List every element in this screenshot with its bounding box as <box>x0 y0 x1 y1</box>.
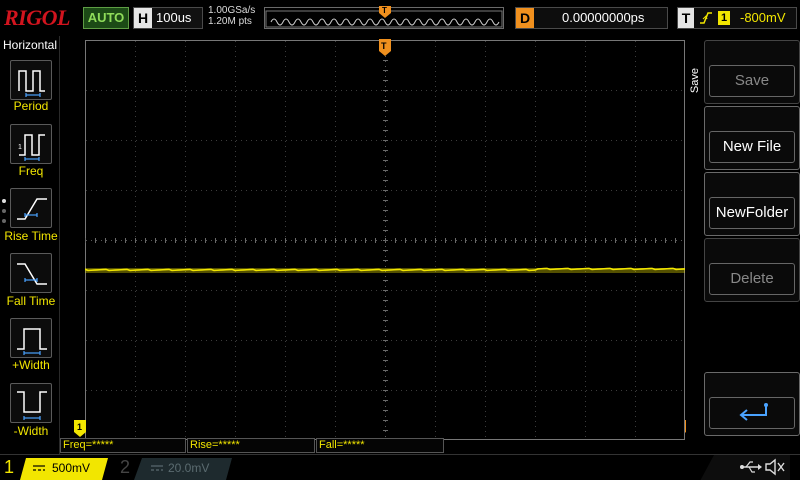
channel-status-bar: 1 500mV 2 20.0mV <box>0 454 800 480</box>
freq-button[interactable]: 1 <box>10 124 52 164</box>
ch1-ground-label: 1 <box>77 422 82 432</box>
new-folder-button[interactable]: NewFolder <box>704 172 800 236</box>
usb-icon <box>740 461 762 473</box>
speaker-mute-icon[interactable] <box>764 458 786 476</box>
channel-2-number: 2 <box>120 457 131 477</box>
memory-overview[interactable]: T <box>264 6 504 29</box>
new-folder-button-label: NewFolder <box>709 197 795 229</box>
trigger-position-marker-top[interactable]: T <box>379 39 391 57</box>
trigger-position-marker-label: T <box>381 41 387 51</box>
rise-time-button[interactable] <box>10 188 52 228</box>
measurement-rise[interactable]: Rise=***** <box>187 438 315 453</box>
delay-label: D <box>516 8 534 28</box>
trigger-source: 1 <box>718 11 730 25</box>
auto-button[interactable]: AUTO <box>83 7 129 29</box>
sample-rate: 1.00GSa/s <box>208 5 256 16</box>
return-icon <box>739 403 768 421</box>
positive-width-label: +Width <box>12 358 50 372</box>
freq-label: Freq <box>18 164 44 178</box>
menu-tab-label: Save <box>689 68 701 94</box>
return-button-face <box>709 397 795 429</box>
trigger-label: T <box>678 8 694 28</box>
positive-width-button[interactable] <box>10 318 52 358</box>
period-label: Period <box>13 99 49 113</box>
waveform-display[interactable] <box>85 40 685 440</box>
new-file-button[interactable]: New File <box>704 106 800 170</box>
rising-edge-icon <box>700 12 712 24</box>
page-indicator-dot <box>2 209 6 213</box>
period-button[interactable] <box>10 60 52 100</box>
panel-title: Horizontal <box>2 38 58 52</box>
svg-text:1: 1 <box>18 144 22 151</box>
horizontal-measure-panel: Horizontal Period 1 Freq Rise Time Fall … <box>0 36 60 454</box>
top-status-bar: RIGOL AUTO H 100us 1.00GSa/s 1.20M pts T… <box>0 0 800 36</box>
channel-1-number: 1 <box>4 457 15 477</box>
page-indicator-dot <box>2 199 6 203</box>
rise-time-label: Rise Time <box>4 229 58 243</box>
measurement-results-bar: Freq=***** Rise=***** Fall=***** <box>60 438 686 454</box>
acquisition-info: 1.00GSa/s 1.20M pts <box>208 5 255 27</box>
delete-button[interactable]: Delete <box>704 238 800 302</box>
channel-1-scale: 500mV <box>52 461 91 475</box>
negative-width-icon <box>17 391 47 420</box>
horizontal-label: H <box>134 8 152 28</box>
horizontal-timebase[interactable]: H 100us <box>133 7 203 29</box>
period-icon <box>18 70 45 97</box>
positive-width-icon <box>17 328 47 355</box>
delay-display[interactable]: D 0.00000000ps <box>515 7 668 29</box>
fall-time-button[interactable] <box>10 253 52 293</box>
page-indicator-dot <box>2 219 6 223</box>
freq-icon: 1 <box>18 134 45 161</box>
timebase-value: 100us <box>156 10 192 25</box>
return-button[interactable] <box>704 372 800 436</box>
ch1-ground-marker[interactable]: 1 <box>74 420 86 438</box>
measurement-fall[interactable]: Fall=***** <box>316 438 444 453</box>
delete-button-label: Delete <box>709 263 795 295</box>
save-button[interactable]: Save <box>704 40 800 104</box>
trigger-display[interactable]: T 1 -800mV <box>677 7 797 29</box>
negative-width-label: -Width <box>13 424 49 438</box>
trigger-position-label: T <box>382 6 387 15</box>
dc-coupling-icon <box>151 465 163 471</box>
fall-time-label: Fall Time <box>6 294 56 308</box>
fall-time-icon <box>17 263 47 285</box>
delay-value: 0.00000000ps <box>562 10 645 25</box>
channel-2-scale: 20.0mV <box>168 461 210 475</box>
measurement-freq[interactable]: Freq=***** <box>60 438 186 453</box>
rigol-logo: RIGOL <box>4 5 70 30</box>
new-file-button-label: New File <box>709 131 795 163</box>
trigger-level: -800mV <box>740 10 786 25</box>
rise-time-icon <box>17 198 47 220</box>
dc-coupling-icon <box>33 465 45 471</box>
memory-depth: 1.20M pts <box>208 16 252 27</box>
save-menu-panel: Save Save New File NewFolder Delete <box>686 36 800 454</box>
save-button-label: Save <box>709 65 795 97</box>
negative-width-button[interactable] <box>10 383 52 423</box>
